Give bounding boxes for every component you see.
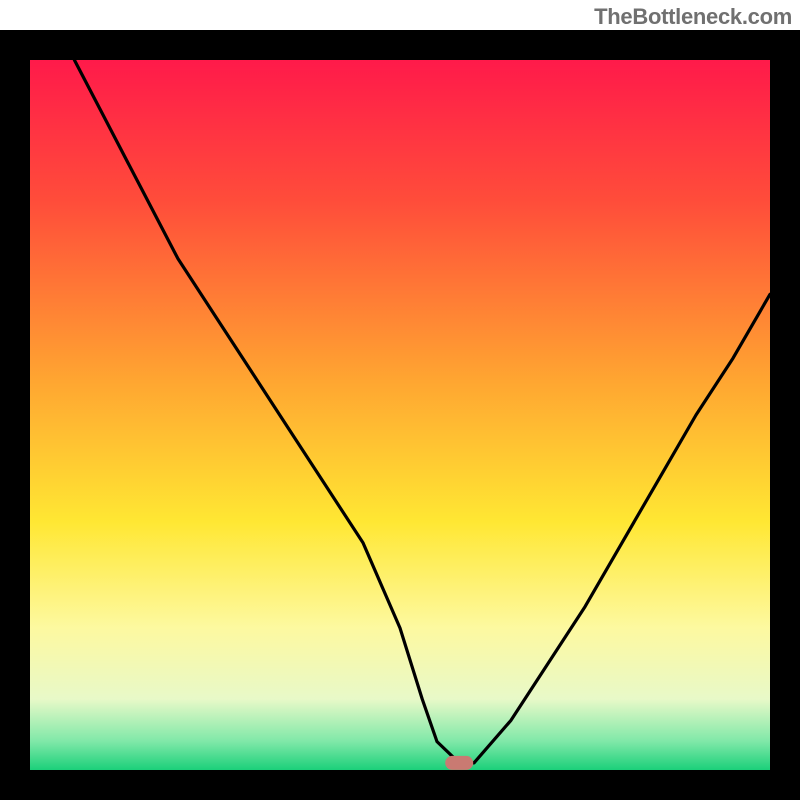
watermark-text: TheBottleneck.com: [594, 4, 792, 30]
chart-container: TheBottleneck.com: [0, 0, 800, 800]
bottleneck-chart: [0, 0, 800, 800]
plot-background-gradient: [30, 60, 770, 770]
optimal-point-marker: [445, 756, 473, 770]
